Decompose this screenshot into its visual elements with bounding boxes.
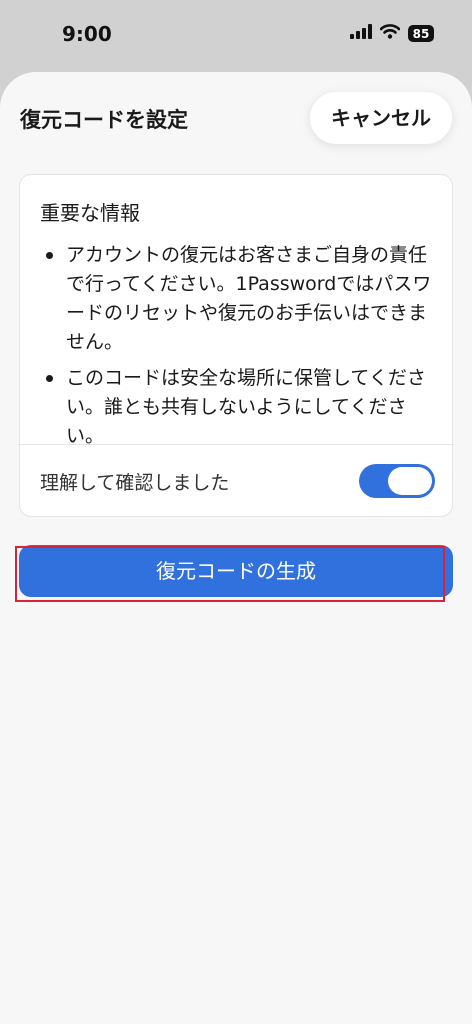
info-bullet-list: アカウントの復元はお客さまご自身の責任で行ってください。1Passwordではパ… [40, 241, 440, 458]
info-bullet-text: アカウントの復元はお客さまご自身の責任で行ってください。1Passwordではパ… [66, 244, 432, 353]
generate-recovery-code-button[interactable]: 復元コードの生成 [19, 545, 453, 597]
confirm-toggle[interactable] [359, 464, 435, 498]
info-bullet-item: このコードは安全な場所に保管してください。誰とも共有しないようにしてください。 [40, 364, 440, 451]
confirm-label: 理解して確認しました [40, 472, 230, 494]
important-info-card: 重要な情報 アカウントの復元はお客さまご自身の責任で行ってください。1Passw… [19, 174, 453, 517]
info-bullet-text: このコードは安全な場所に保管してください。誰とも共有しないようにしてください。 [66, 367, 426, 447]
cancel-button[interactable]: キャンセル [310, 92, 452, 144]
sheet-title: 復元コードを設定 [20, 108, 188, 132]
card-heading: 重要な情報 [40, 201, 140, 225]
card-divider [20, 444, 452, 445]
bullet-dot-icon [46, 375, 53, 382]
status-time: 9:00 [62, 22, 112, 46]
status-icons: 85 [350, 24, 434, 43]
bullet-dot-icon [46, 252, 53, 259]
recovery-code-sheet: 復元コードを設定 キャンセル 重要な情報 アカウントの復元はお客さまご自身の責任… [0, 72, 472, 1024]
status-bar: 9:00 85 [0, 0, 472, 70]
toggle-knob [388, 467, 432, 495]
battery-icon: 85 [408, 25, 434, 42]
signal-icon [350, 24, 372, 43]
wifi-icon [379, 24, 401, 43]
info-bullet-item: アカウントの復元はお客さまご自身の責任で行ってください。1Passwordではパ… [40, 241, 440, 357]
